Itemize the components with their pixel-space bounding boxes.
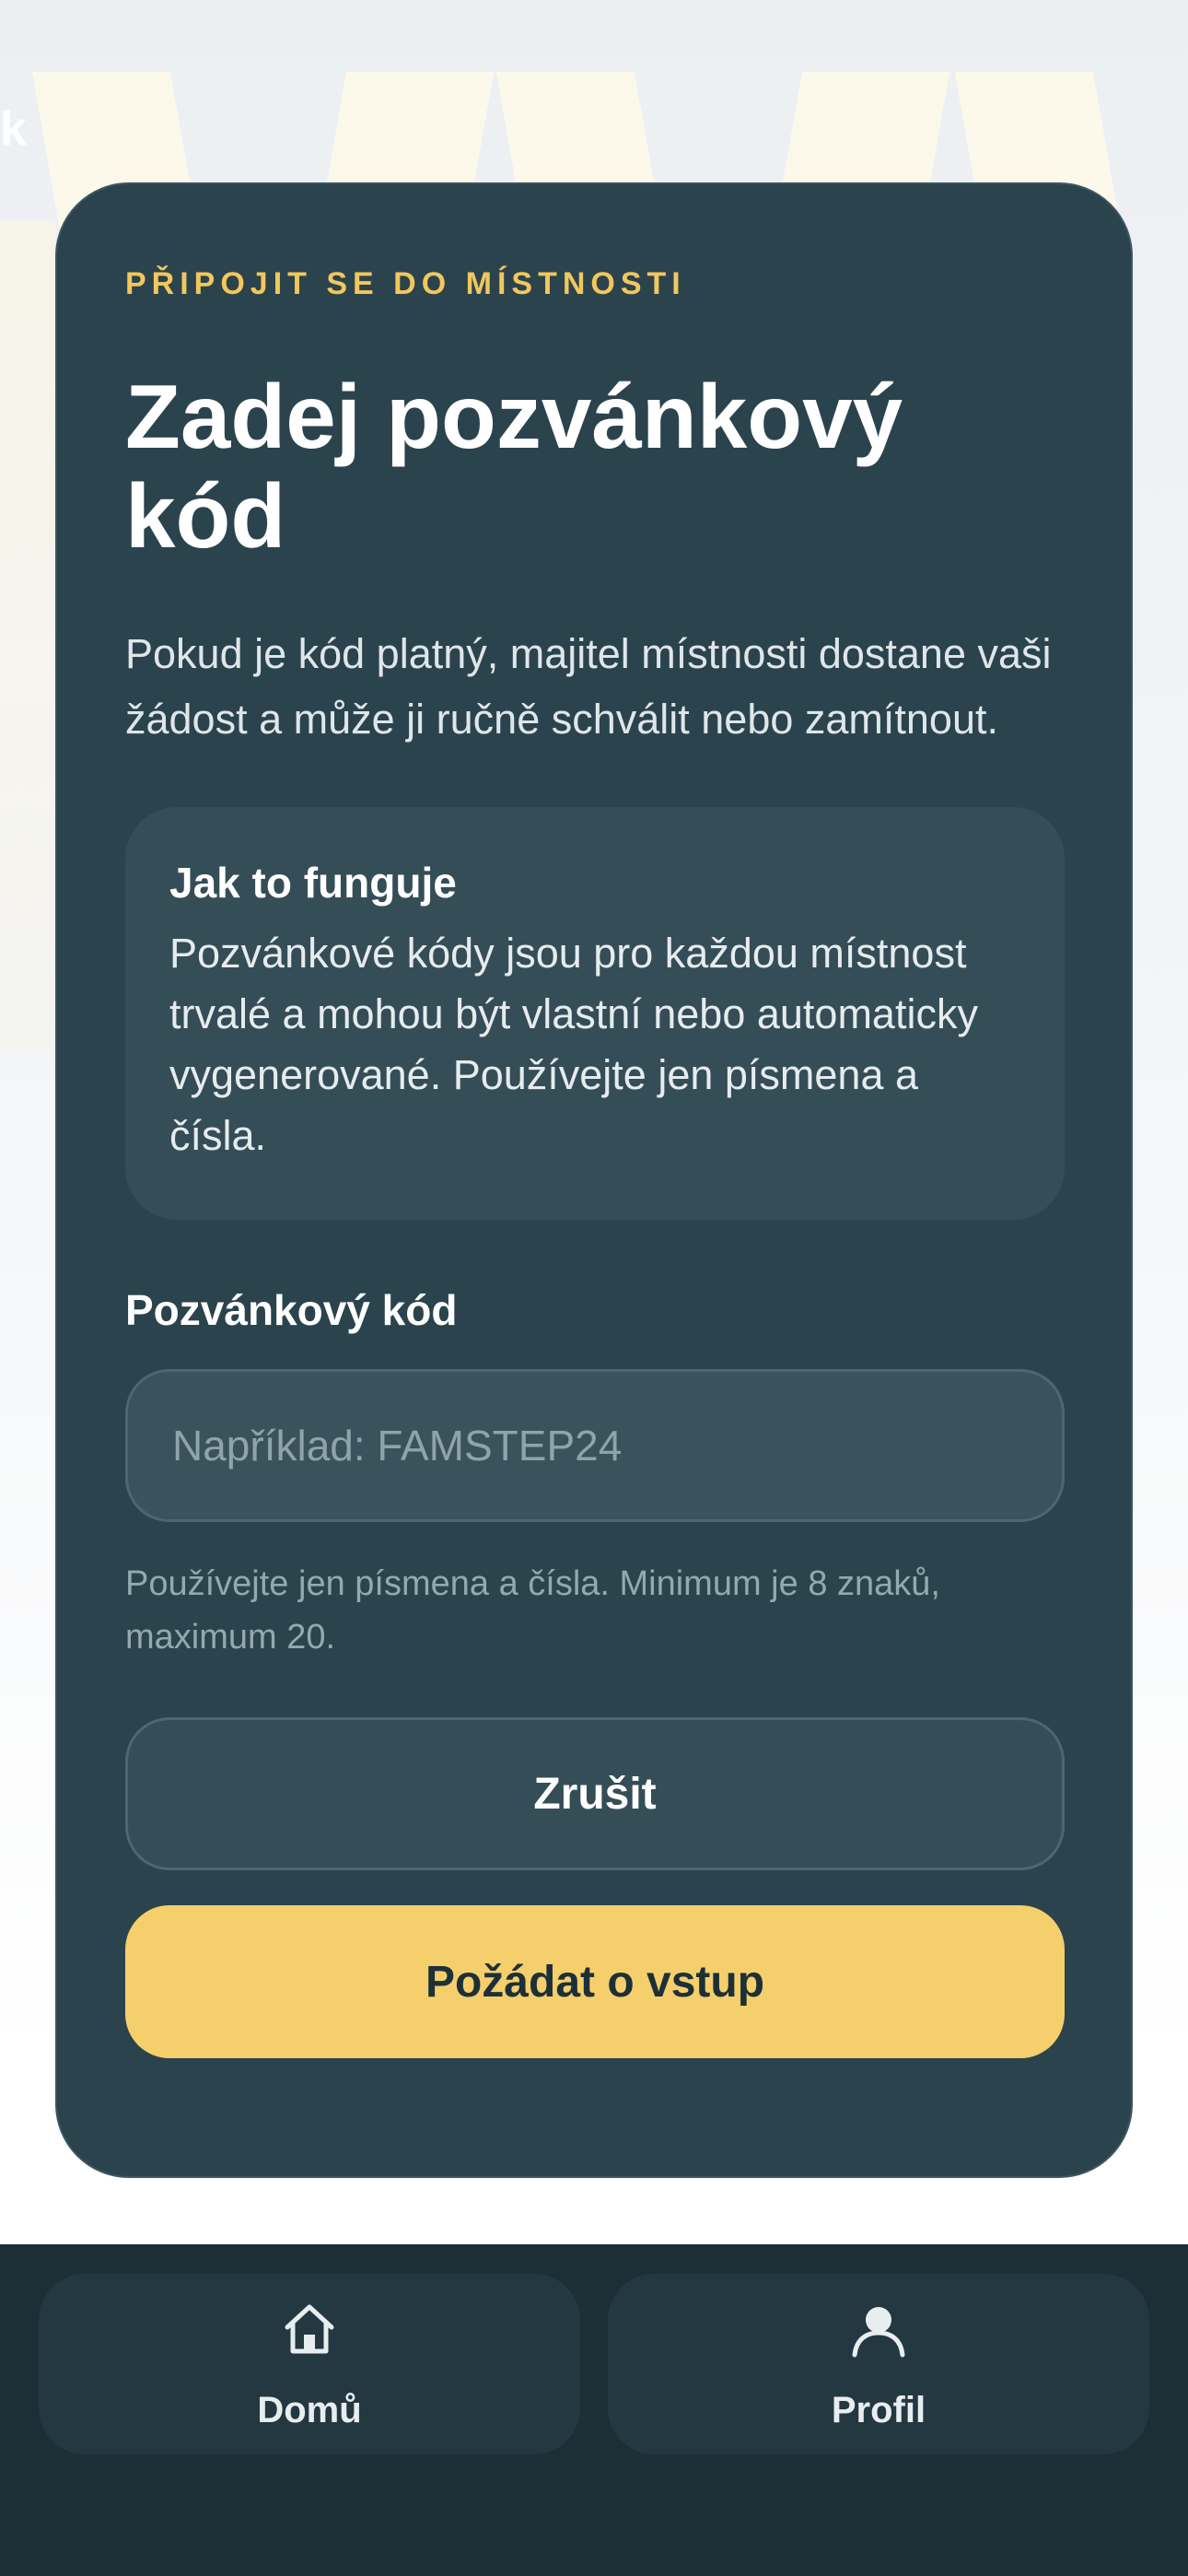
- join-room-card: PŘIPOJIT SE DO MÍSTNOSTI Zadej pozvánkov…: [55, 182, 1133, 2178]
- user-icon: [852, 2307, 905, 2358]
- card-eyebrow: PŘIPOJIT SE DO MÍSTNOSTI: [125, 266, 686, 301]
- invite-code-input[interactable]: [125, 1369, 1065, 1522]
- invite-code-label: Pozvánkový kód: [125, 1286, 458, 1334]
- nav-label-home: Domů: [257, 2390, 362, 2430]
- how-it-works-text: Pozvánkové kódy jsou pro každou místnost…: [169, 930, 978, 1159]
- nav-item-profile[interactable]: Profil: [608, 2274, 1149, 2454]
- bottom-navigation: Domů Profil: [0, 2244, 1188, 2576]
- card-description: Pokud je kód platný, majitel místnosti d…: [125, 630, 1052, 743]
- how-it-works-box: Jak to funguje Pozvánkové kódy jsou pro …: [125, 807, 1065, 1220]
- how-it-works-title: Jak to funguje: [169, 859, 457, 907]
- nav-item-home[interactable]: Domů: [39, 2274, 580, 2454]
- page-title: Zadej pozvánkový kód: [125, 366, 903, 567]
- cancel-button[interactable]: Zrušit: [125, 1717, 1065, 1870]
- request-join-button[interactable]: Požádat o vstup: [125, 1905, 1065, 2058]
- background-decoration: [0, 221, 55, 1050]
- invite-code-hint: Používejte jen písmena a čísla. Minimum …: [125, 1564, 940, 1657]
- nav-label-profile: Profil: [831, 2390, 926, 2430]
- home-icon: [285, 2304, 334, 2354]
- background-glyph: k: [0, 102, 27, 156]
